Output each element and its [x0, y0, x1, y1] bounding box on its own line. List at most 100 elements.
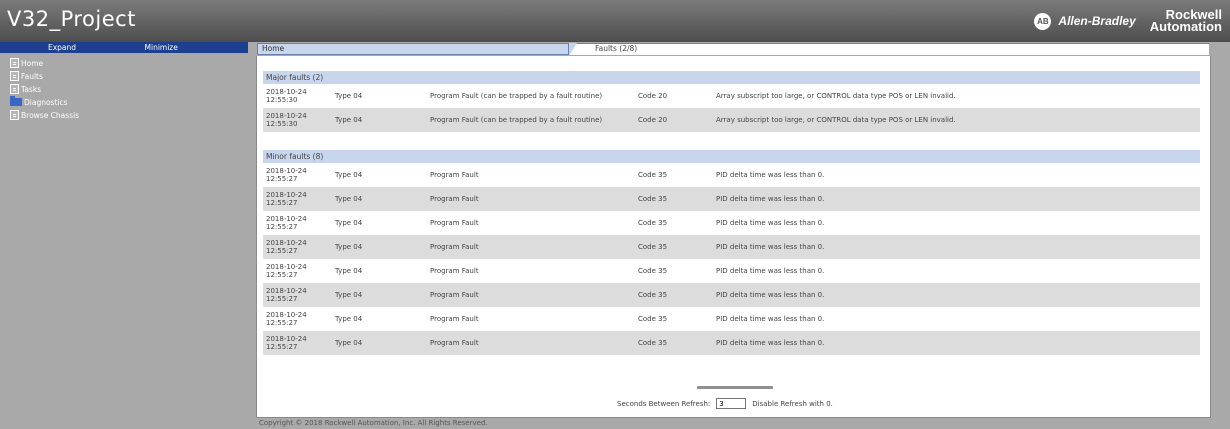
sidebar-item-browse-chassis[interactable]: Browse Chassis — [0, 109, 248, 121]
fault-timestamp: 2018-10-24 12:55:27 — [266, 167, 307, 183]
fault-description: Program Fault — [430, 291, 479, 299]
table-row: 2018-10-24 12:55:27 Type 04 Program Fault… — [263, 235, 1200, 259]
sidebar-header: Expand Minimize — [0, 42, 248, 53]
minor-faults-section: Minor faults (8) 2018-10-24 12:55:27 Type… — [263, 150, 1200, 355]
refresh-hint: Disable Refresh with 0. — [752, 399, 833, 408]
fault-code: Code 35 — [638, 171, 668, 179]
fault-code: Code 35 — [638, 219, 668, 227]
fault-type: Type 04 — [335, 92, 363, 100]
fault-timestamp: 2018-10-24 12:55:27 — [266, 215, 307, 231]
major-faults-section: Major faults (2) 2018-10-24 12:55:30 Type… — [263, 71, 1200, 132]
page-icon — [10, 58, 19, 68]
fault-timestamp: 2018-10-24 12:55:30 — [266, 112, 307, 128]
fault-type: Type 04 — [335, 291, 363, 299]
major-faults-heading: Major faults (2) — [263, 71, 1200, 84]
table-row: 2018-10-24 12:55:30 Type 04 Program Fault… — [263, 84, 1200, 108]
resize-grip-handle[interactable] — [697, 386, 773, 389]
sidebar-item-faults[interactable]: Faults — [0, 70, 248, 82]
tab-bar: Home Faults (2/8) — [256, 42, 1211, 56]
fault-description: Program Fault — [430, 339, 479, 347]
minimize-button[interactable]: Minimize — [124, 43, 198, 52]
app-title: V32_Project — [7, 7, 136, 31]
fault-timestamp: 2018-10-24 12:55:30 — [266, 88, 307, 104]
sidebar-item-label: Home — [21, 58, 44, 68]
fault-type: Type 04 — [335, 243, 363, 251]
fault-description: Program Fault — [430, 315, 479, 323]
fault-code: Code 35 — [638, 195, 668, 203]
table-row: 2018-10-24 12:55:27 Type 04 Program Fault… — [263, 331, 1200, 355]
fault-description: Program Fault (can be trapped by a fault… — [430, 92, 603, 100]
sidebar-item-label: Tasks — [21, 84, 42, 94]
tab-faults[interactable]: Faults (2/8) — [569, 43, 1209, 56]
fault-message: PID delta time was less than 0. — [716, 291, 825, 299]
fault-type: Type 04 — [335, 219, 363, 227]
sidebar-item-tasks[interactable]: Tasks — [0, 83, 248, 95]
page-icon — [10, 110, 19, 120]
refresh-controls: Seconds Between Refresh: Disable Refresh… — [617, 398, 833, 409]
fault-type: Type 04 — [335, 267, 363, 275]
refresh-label: Seconds Between Refresh: — [617, 399, 711, 408]
table-row: 2018-10-24 12:55:27 Type 04 Program Fault… — [263, 259, 1200, 283]
fault-timestamp: 2018-10-24 12:55:27 — [266, 263, 307, 279]
fault-message: PID delta time was less than 0. — [716, 171, 825, 179]
fault-code: Code 35 — [638, 267, 668, 275]
fault-type: Type 04 — [335, 339, 363, 347]
content-frame: Home Faults (2/8) Major faults (2) 2018-… — [256, 42, 1211, 418]
table-row: 2018-10-24 12:55:27 Type 04 Program Fault… — [263, 283, 1200, 307]
fault-message: PID delta time was less than 0. — [716, 195, 825, 203]
fault-code: Code 20 — [638, 92, 668, 100]
fault-timestamp: 2018-10-24 12:55:27 — [266, 239, 307, 255]
fault-timestamp: 2018-10-24 12:55:27 — [266, 287, 307, 303]
page-icon — [10, 84, 19, 94]
fault-code: Code 35 — [638, 291, 668, 299]
fault-timestamp: 2018-10-24 12:55:27 — [266, 191, 307, 207]
table-row: 2018-10-24 12:55:27 Type 04 Program Fault… — [263, 211, 1200, 235]
expand-button[interactable]: Expand — [0, 43, 124, 52]
fault-description: Program Fault — [430, 243, 479, 251]
fault-timestamp: 2018-10-24 12:55:27 — [266, 311, 307, 327]
table-row: 2018-10-24 12:55:27 Type 04 Program Fault… — [263, 163, 1200, 187]
fault-type: Type 04 — [335, 116, 363, 124]
copyright-text: Copyright © 2018 Rockwell Automation, In… — [259, 419, 488, 427]
sidebar-item-label: Browse Chassis — [21, 110, 80, 120]
fault-message: PID delta time was less than 0. — [716, 267, 825, 275]
fault-description: Program Fault — [430, 195, 479, 203]
brand-logo-area: AB Allen-Bradley Rockwell Automation — [1034, 8, 1222, 34]
fault-message: PID delta time was less than 0. — [716, 339, 825, 347]
faults-panel: Major faults (2) 2018-10-24 12:55:30 Type… — [256, 56, 1211, 418]
header-bar: V32_Project AB Allen-Bradley Rockwell Au… — [0, 0, 1230, 42]
brand-ra-line2: Automation — [1149, 19, 1222, 34]
sidebar-item-label: Faults — [21, 71, 43, 81]
folder-icon — [10, 96, 22, 106]
fault-type: Type 04 — [335, 171, 363, 179]
fault-code: Code 35 — [638, 315, 668, 323]
fault-code: Code 20 — [638, 116, 668, 124]
fault-message: PID delta time was less than 0. — [716, 219, 825, 227]
fault-message: PID delta time was less than 0. — [716, 315, 825, 323]
allen-bradley-logo-icon: AB — [1034, 12, 1052, 30]
sidebar-item-diagnostics[interactable]: Diagnostics — [0, 96, 248, 108]
table-row: 2018-10-24 12:55:30 Type 04 Program Fault… — [263, 108, 1200, 132]
table-row: 2018-10-24 12:55:27 Type 04 Program Fault… — [263, 307, 1200, 331]
sidebar-item-home[interactable]: Home — [0, 57, 248, 69]
brand-allen-bradley: Allen-Bradley — [1058, 14, 1136, 28]
fault-timestamp: 2018-10-24 12:55:27 — [266, 335, 307, 351]
table-row: 2018-10-24 12:55:27 Type 04 Program Fault… — [263, 187, 1200, 211]
tab-home[interactable]: Home — [257, 43, 569, 55]
sidebar: Expand Minimize Home Faults Tasks Diagno… — [0, 42, 248, 429]
fault-type: Type 04 — [335, 195, 363, 203]
fault-description: Program Fault — [430, 267, 479, 275]
minor-faults-heading: Minor faults (8) — [263, 150, 1200, 163]
fault-description: Program Fault (can be trapped by a fault… — [430, 116, 603, 124]
fault-description: Program Fault — [430, 171, 479, 179]
fault-type: Type 04 — [335, 315, 363, 323]
fault-code: Code 35 — [638, 339, 668, 347]
fault-description: Program Fault — [430, 219, 479, 227]
brand-rockwell-automation: Rockwell Automation — [1149, 8, 1222, 34]
page-icon — [10, 71, 19, 81]
fault-message: PID delta time was less than 0. — [716, 243, 825, 251]
fault-message: Array subscript too large, or CONTROL da… — [716, 92, 956, 100]
fault-code: Code 35 — [638, 243, 668, 251]
fault-message: Array subscript too large, or CONTROL da… — [716, 116, 956, 124]
refresh-seconds-input[interactable] — [716, 398, 747, 409]
